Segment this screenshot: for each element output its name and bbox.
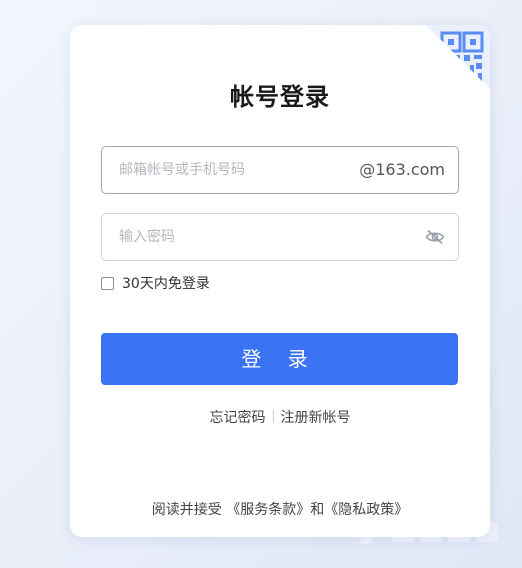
eye-slash-icon[interactable] <box>425 228 445 246</box>
remember-login[interactable]: 30天内免登录 <box>101 274 210 292</box>
account-links: 忘记密码 注册新帐号 <box>70 407 490 427</box>
terms-conjunction: 和 <box>310 502 325 518</box>
password-field-wrapper[interactable] <box>101 213 459 261</box>
login-button[interactable]: 登 录 <box>101 333 458 385</box>
terms-prefix: 阅读并接受 <box>151 502 222 518</box>
watermark-logo <box>352 510 512 550</box>
email-domain-suffix: @163.com <box>359 160 445 179</box>
email-field-wrapper[interactable]: @163.com <box>101 146 459 194</box>
forgot-password-link[interactable]: 忘记密码 <box>210 410 266 426</box>
email-input[interactable] <box>119 147 359 193</box>
login-card: 帐号登录 @163.com 30天内免登录 登 录 忘记密码注册新帐号 阅读并接… <box>70 25 490 537</box>
remember-checkbox[interactable] <box>101 276 114 290</box>
register-link[interactable]: 注册新帐号 <box>281 410 351 426</box>
page-title: 帐号登录 <box>230 83 330 111</box>
password-input[interactable] <box>119 214 409 260</box>
link-divider <box>272 410 274 423</box>
remember-label: 30天内免登录 <box>122 276 210 292</box>
service-terms-link[interactable]: 《服务条款》 <box>226 502 310 518</box>
